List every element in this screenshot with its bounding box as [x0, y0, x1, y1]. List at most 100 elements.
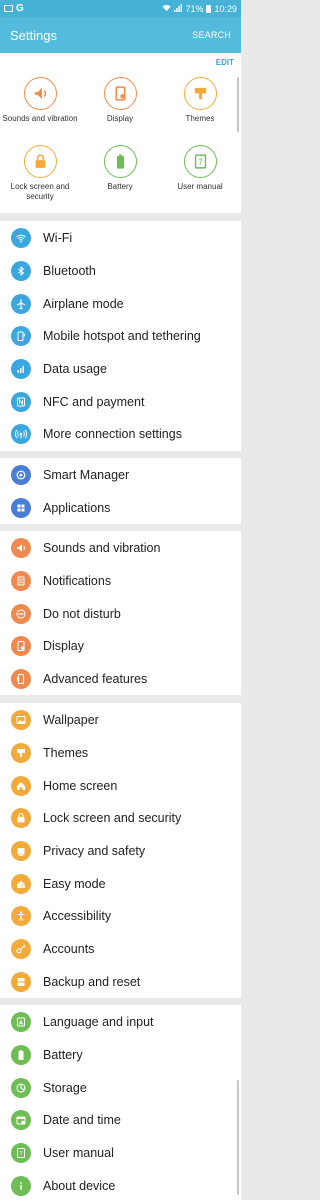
settings-item-display[interactable]: Display — [0, 630, 241, 663]
apps-icon — [11, 498, 31, 519]
settings-item-label: About device — [43, 1178, 116, 1193]
settings-item-lock-screen-and-security[interactable]: Lock screen and security — [0, 802, 241, 835]
quick-tile-label: Display — [106, 114, 134, 123]
settings-item-accessibility[interactable]: Accessibility — [0, 900, 241, 933]
settings-item-label: Mobile hotspot and tethering — [43, 329, 201, 344]
settings-group: Wallpaper Themes Home screen Lock screen an… — [0, 703, 241, 999]
quick-tile-label: Battery — [107, 182, 133, 191]
display-icon — [103, 77, 137, 110]
data-usage-icon — [11, 359, 31, 380]
quick-panel-scrollbar[interactable] — [237, 77, 239, 132]
settings-item-themes[interactable]: Themes — [0, 737, 241, 770]
settings-item-language-and-input[interactable]: A Language and input — [0, 1006, 241, 1039]
lock-icon — [23, 145, 57, 178]
settings-item-do-not-disturb[interactable]: Do not disturb — [0, 597, 241, 630]
quick-tile-label: Lock screen and security — [10, 182, 70, 201]
settings-item-label: Privacy and safety — [43, 844, 146, 859]
settings-item-label: Storage — [43, 1080, 87, 1095]
page-title: Settings — [10, 27, 57, 43]
settings-item-sounds-and-vibration[interactable]: Sounds and vibration — [0, 532, 241, 565]
quick-settings-panel: EDIT Sounds and vibration Display Themes Lo… — [0, 53, 241, 213]
settings-item-label: Language and input — [43, 1015, 154, 1030]
themes-icon — [183, 77, 217, 110]
settings-item-label: Advanced features — [43, 672, 148, 687]
settings-item-label: Smart Manager — [43, 468, 130, 483]
battery-percent: 71% — [185, 3, 204, 14]
settings-group: Sounds and vibration Notifications Do not … — [0, 531, 241, 696]
settings-item-label: Date and time — [43, 1113, 121, 1128]
edit-button[interactable]: EDIT — [216, 58, 234, 67]
battery-status-icon — [206, 4, 212, 13]
settings-item-notifications[interactable]: Notifications — [0, 565, 241, 598]
easy-mode-icon — [11, 873, 31, 894]
settings-item-wallpaper[interactable]: Wallpaper — [0, 704, 241, 737]
search-button[interactable]: SEARCH — [192, 30, 231, 40]
settings-item-user-manual[interactable]: ? User manual — [0, 1137, 241, 1170]
settings-item-data-usage[interactable]: Data usage — [0, 353, 241, 386]
quick-tile[interactable]: Battery — [80, 145, 160, 192]
settings-item-backup-and-reset[interactable]: Backup and reset — [0, 966, 241, 999]
settings-item-label: Backup and reset — [43, 974, 141, 989]
airplane-icon — [11, 293, 31, 314]
key-icon — [11, 939, 31, 960]
settings-item-applications[interactable]: Applications — [0, 492, 241, 525]
hotspot-icon — [11, 326, 31, 347]
settings-item-storage[interactable]: Storage — [0, 1071, 241, 1104]
svg-text:A: A — [19, 1021, 24, 1027]
wifi-icon — [11, 228, 31, 249]
settings-item-label: Bluetooth — [43, 264, 96, 279]
page-scrollbar[interactable] — [237, 1080, 239, 1195]
quick-tile[interactable]: ? User manual — [160, 145, 240, 192]
settings-item-label: Wi-Fi — [43, 231, 73, 246]
battery-icon — [103, 145, 137, 178]
nfc-icon — [11, 391, 31, 412]
speaker-icon — [11, 538, 31, 559]
settings-item-advanced-features[interactable]: Advanced features — [0, 663, 241, 696]
settings-item-nfc-and-payment[interactable]: NFC and payment — [0, 385, 241, 418]
speaker-icon — [23, 77, 57, 110]
quick-tile[interactable]: Lock screen and security — [0, 145, 80, 202]
svg-text:?: ? — [19, 1151, 22, 1158]
settings-item-label: Accessibility — [43, 909, 112, 924]
settings-item-label: Wallpaper — [43, 713, 99, 728]
accessibility-icon — [11, 906, 31, 927]
settings-item-label: Battery — [43, 1048, 83, 1063]
settings-item-label: Home screen — [43, 778, 118, 793]
quick-tile[interactable]: Sounds and vibration — [0, 77, 80, 124]
smart-manager-icon — [11, 465, 31, 486]
settings-item-label: Easy mode — [43, 876, 106, 891]
settings-item-label: Display — [43, 639, 84, 654]
quick-tile-label: Themes — [185, 114, 215, 123]
svg-text:?: ? — [198, 158, 203, 168]
settings-item-mobile-hotspot-and-tethering[interactable]: Mobile hotspot and tethering — [0, 320, 241, 353]
quick-tile-label: Sounds and vibration — [2, 114, 78, 123]
settings-item-about-device[interactable]: About device — [0, 1169, 241, 1200]
info-icon — [11, 1175, 31, 1196]
battery-icon — [11, 1045, 31, 1066]
settings-item-privacy-and-safety[interactable]: Privacy and safety — [0, 835, 241, 868]
wallpaper-icon — [11, 710, 31, 731]
settings-item-label: User manual — [43, 1146, 114, 1161]
settings-item-smart-manager[interactable]: Smart Manager — [0, 459, 241, 492]
backup-icon — [11, 971, 31, 992]
settings-item-airplane-mode[interactable]: Airplane mode — [0, 287, 241, 320]
settings-item-home-screen[interactable]: Home screen — [0, 769, 241, 802]
settings-item-battery[interactable]: Battery — [0, 1039, 241, 1072]
quick-tile[interactable]: Display — [80, 77, 160, 124]
quick-tile[interactable]: Themes — [160, 77, 240, 124]
settings-item-date-and-time[interactable]: Date and time — [0, 1104, 241, 1137]
settings-item-more-connection-settings[interactable]: More connection settings — [0, 418, 241, 451]
home-icon — [11, 775, 31, 796]
app-bar: Settings SEARCH — [0, 17, 241, 53]
settings-item-easy-mode[interactable]: Easy mode — [0, 867, 241, 900]
settings-item-accounts[interactable]: Accounts — [0, 933, 241, 966]
settings-item-wi-fi[interactable]: Wi-Fi — [0, 222, 241, 255]
themes-icon — [11, 743, 31, 764]
notifications-icon — [11, 571, 31, 592]
privacy-icon — [11, 841, 31, 862]
settings-group: Wi-Fi Bluetooth Airplane mode Mobile hotspo… — [0, 221, 241, 451]
status-bar: G 71% 10:29 — [0, 0, 241, 17]
settings-group: Smart Manager Applications — [0, 458, 241, 525]
settings-item-bluetooth[interactable]: Bluetooth — [0, 255, 241, 288]
quick-tile-label: User manual — [177, 182, 223, 191]
